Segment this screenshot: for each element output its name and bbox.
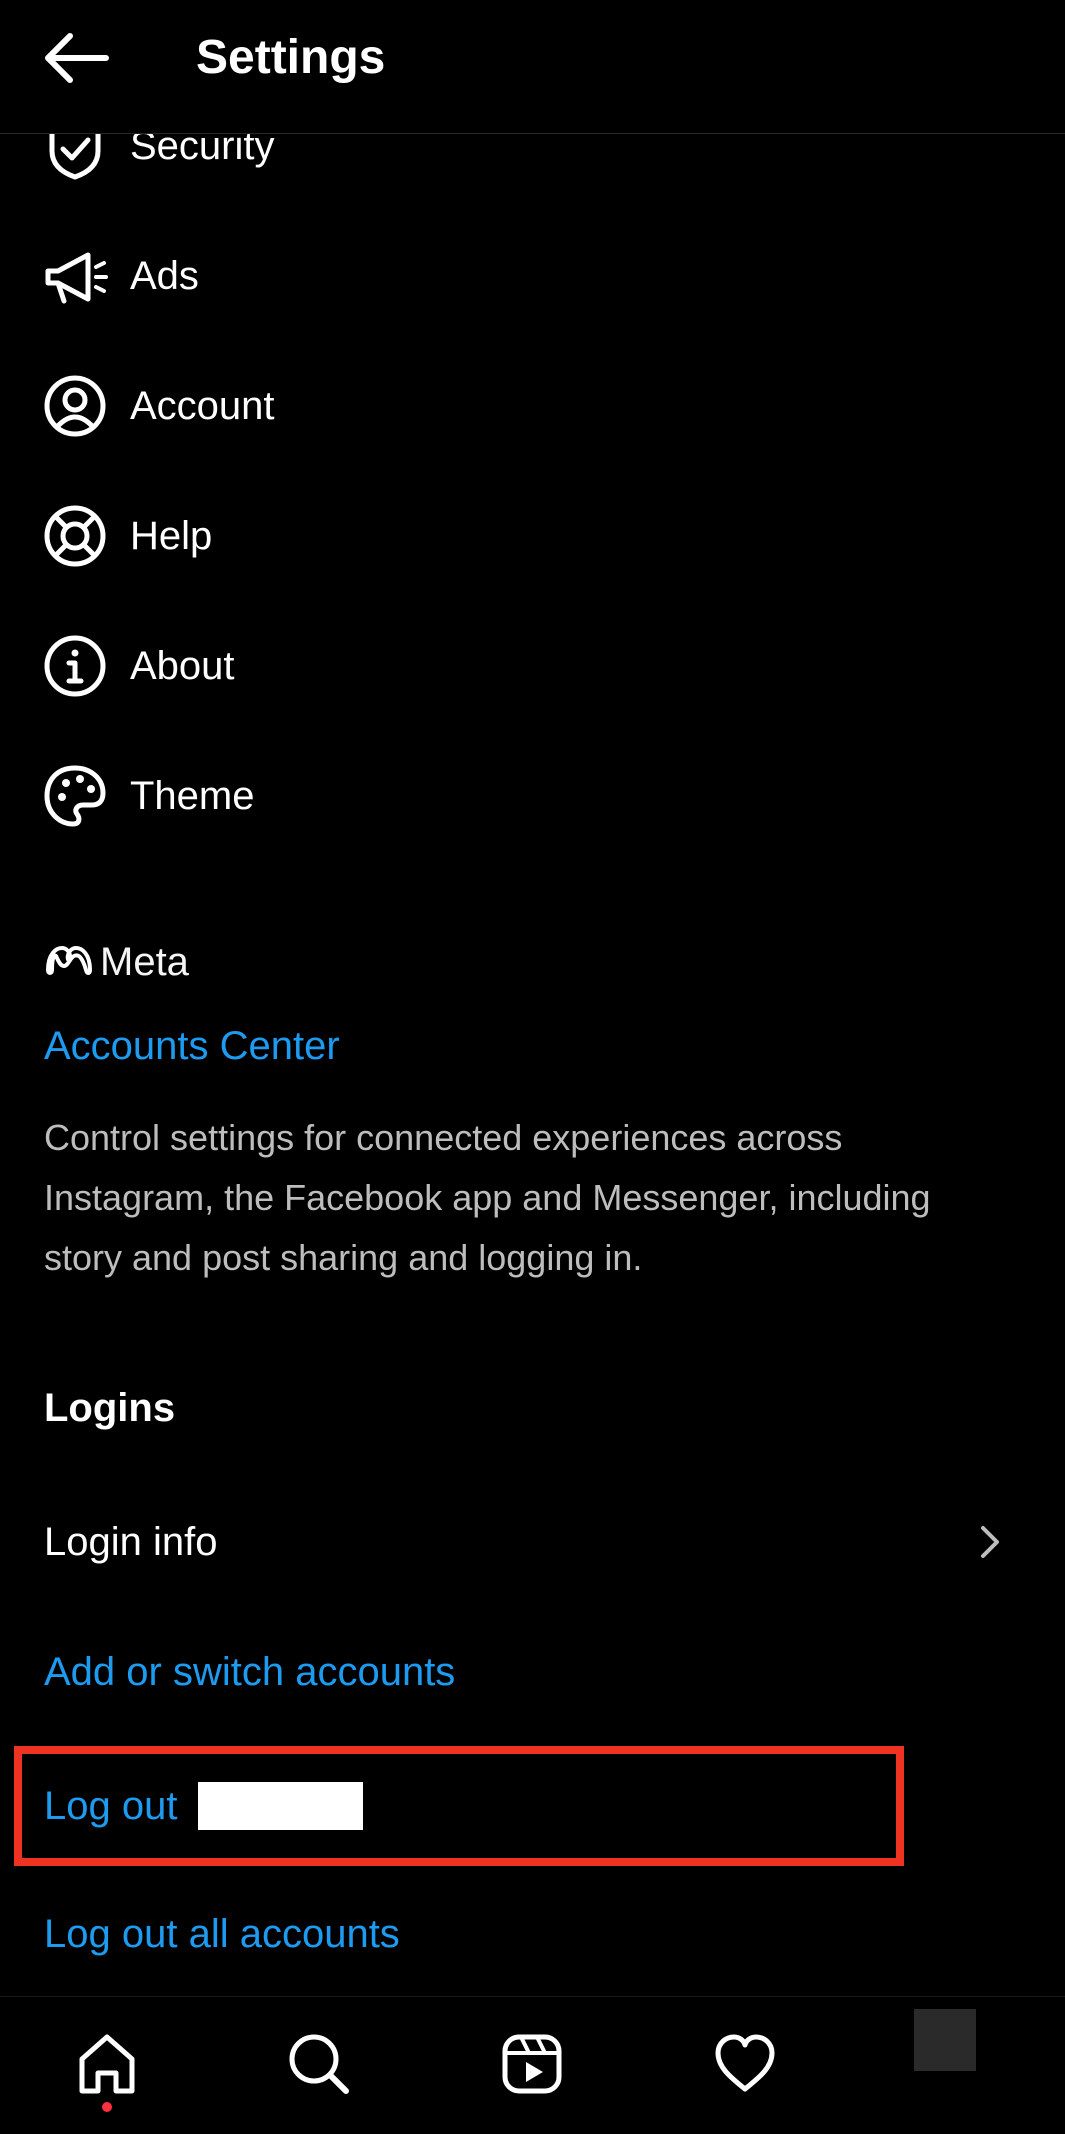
megaphone-icon (40, 241, 110, 311)
menu-item-ads[interactable]: Ads (0, 218, 1065, 328)
menu-item-label: Help (130, 514, 213, 558)
back-arrow-icon[interactable] (40, 30, 112, 86)
menu-item-account[interactable]: Account (0, 348, 1065, 458)
bottom-nav (0, 1996, 1065, 2134)
log-out-all-link[interactable]: Log out all accounts (44, 1906, 400, 1962)
accounts-center-link[interactable]: Accounts Center (44, 1018, 340, 1074)
chevron-right-icon (975, 1522, 1005, 1562)
heart-icon[interactable] (710, 2029, 780, 2099)
search-icon[interactable] (284, 2029, 354, 2099)
menu-item-theme[interactable]: Theme (0, 738, 1065, 848)
login-info-label: Login info (44, 1520, 218, 1564)
user-circle-icon (40, 371, 110, 441)
top-bar: Settings (0, 0, 1065, 134)
meta-logo: Meta (42, 940, 189, 990)
reels-icon[interactable] (497, 2029, 567, 2099)
page-title: Settings (196, 31, 386, 84)
palette-icon (40, 761, 110, 831)
accounts-center-description: Control settings for connected experienc… (44, 1117, 931, 1278)
info-icon (40, 631, 110, 701)
menu-item-label: Account (130, 384, 275, 428)
notification-dot (102, 2102, 112, 2112)
logins-heading: Logins (44, 1386, 176, 1430)
add-switch-accounts-link[interactable]: Add or switch accounts (44, 1644, 455, 1700)
menu-item-about[interactable]: About (0, 608, 1065, 718)
redacted-username (198, 1782, 363, 1830)
log-out-link[interactable]: Log out (44, 1778, 177, 1834)
menu-item-label: About (130, 644, 235, 688)
menu-item-label: Ads (130, 254, 199, 298)
home-icon[interactable] (72, 2029, 142, 2099)
menu-item-help[interactable]: Help (0, 478, 1065, 588)
lifebuoy-icon (40, 501, 110, 571)
profile-avatar[interactable] (914, 2009, 976, 2071)
menu-item-label: Theme (130, 774, 255, 818)
login-info-row[interactable]: Login info (0, 1512, 1065, 1576)
meta-infinity-icon (46, 946, 92, 975)
meta-wordmark: Meta (100, 940, 189, 984)
